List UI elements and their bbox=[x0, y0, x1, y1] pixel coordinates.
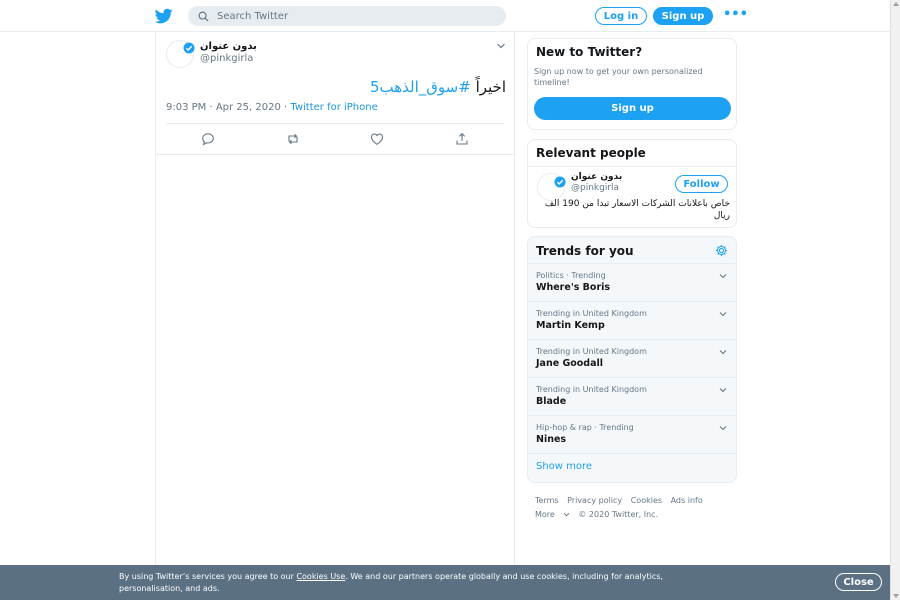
twitter-bird-icon[interactable] bbox=[155, 7, 173, 25]
trends-card: Trends for you Politics · Trending Where… bbox=[527, 236, 737, 483]
retweet-icon[interactable] bbox=[286, 132, 300, 146]
scroll-up-icon[interactable] bbox=[893, 2, 899, 6]
footer-link-ads-info[interactable]: Ads info bbox=[671, 496, 703, 505]
author-handle[interactable]: @pinkgirla bbox=[200, 53, 253, 64]
scrollbar[interactable] bbox=[890, 0, 900, 600]
signup-button[interactable]: Sign up bbox=[653, 7, 713, 25]
follow-button[interactable]: Follow bbox=[675, 175, 728, 193]
trend-name[interactable]: Jane Goodall bbox=[536, 358, 603, 369]
trend-context: Trending in United Kingdom bbox=[536, 309, 647, 318]
new-to-twitter-card: New to Twitter? Sign up now to get your … bbox=[527, 38, 737, 130]
divider bbox=[166, 123, 504, 124]
verified-badge-icon bbox=[554, 176, 566, 188]
person-bio: خاص باعلانات الشركات الاسعار تبدا من 190… bbox=[544, 199, 730, 221]
chevron-down-icon[interactable] bbox=[719, 387, 727, 393]
tweet-time[interactable]: 9:03 PM · Apr 25, 2020 · bbox=[166, 102, 290, 113]
person-handle[interactable]: @pinkgirla bbox=[571, 183, 619, 193]
footer-links: Terms Privacy policy Cookies Ads info Mo… bbox=[535, 494, 735, 522]
chevron-down-icon[interactable] bbox=[719, 425, 727, 431]
trend-item[interactable]: Politics · Trending Where's Boris bbox=[528, 264, 736, 302]
search-icon bbox=[198, 11, 209, 22]
divider bbox=[528, 166, 736, 167]
tweet[interactable]: بدون عنوان @pinkgirla اخيراً #سوق_الذهب5… bbox=[156, 32, 514, 155]
footer-more-link[interactable]: More bbox=[535, 510, 570, 519]
footer-more-label: More bbox=[535, 510, 555, 519]
person-name[interactable]: بدون عنوان bbox=[571, 172, 622, 182]
footer-link-privacy[interactable]: Privacy policy bbox=[567, 496, 622, 505]
relevant-people-card: Relevant people بدون عنوان @pinkgirla Fo… bbox=[527, 139, 737, 228]
tweet-column: بدون عنوان @pinkgirla اخيراً #سوق_الذهب5… bbox=[155, 32, 515, 600]
card-title: New to Twitter? bbox=[536, 45, 643, 59]
trend-context: Trending in United Kingdom bbox=[536, 385, 647, 394]
footer-link-terms[interactable]: Terms bbox=[535, 496, 559, 505]
trend-context: Hip-hop & rap · Trending bbox=[536, 423, 634, 432]
scroll-down-icon[interactable] bbox=[893, 594, 899, 598]
top-nav-bar: Log in Sign up ••• bbox=[0, 0, 890, 32]
signup-description: Sign up now to get your own personalized… bbox=[534, 67, 703, 87]
cookie-text-before: By using Twitter’s services you agree to… bbox=[119, 572, 297, 581]
trend-name[interactable]: Where's Boris bbox=[536, 282, 610, 293]
copyright: © 2020 Twitter, Inc. bbox=[578, 510, 659, 519]
tweet-source-link[interactable]: Twitter for iPhone bbox=[290, 102, 377, 113]
cookie-text: By using Twitter’s services you agree to… bbox=[119, 571, 729, 595]
chevron-down-icon[interactable] bbox=[496, 42, 506, 50]
trend-context: Politics · Trending bbox=[536, 271, 606, 280]
search-input[interactable] bbox=[217, 10, 497, 22]
close-button[interactable]: Close bbox=[835, 573, 882, 591]
chevron-down-icon[interactable] bbox=[719, 273, 727, 279]
trend-item[interactable]: Trending in United Kingdom Blade bbox=[528, 378, 736, 416]
like-icon[interactable] bbox=[370, 132, 384, 146]
tweet-text-prefix: اخيراً bbox=[475, 78, 506, 96]
trend-name[interactable]: Blade bbox=[536, 396, 566, 407]
share-icon[interactable] bbox=[455, 132, 469, 146]
trend-item[interactable]: Trending in United Kingdom Jane Goodall bbox=[528, 340, 736, 378]
trend-context: Trending in United Kingdom bbox=[536, 347, 647, 356]
search-bar[interactable] bbox=[188, 6, 506, 26]
trend-item[interactable]: Hip-hop & rap · Trending Nines bbox=[528, 416, 736, 454]
verified-badge-icon bbox=[183, 42, 195, 54]
more-options-icon[interactable]: ••• bbox=[723, 8, 748, 21]
signup-button[interactable]: Sign up bbox=[534, 97, 731, 120]
tweet-text: اخيراً #سوق_الذهب5 bbox=[166, 78, 506, 96]
cookies-use-link[interactable]: Cookies Use bbox=[296, 572, 345, 581]
tweet-timestamp: 9:03 PM · Apr 25, 2020 · Twitter for iPh… bbox=[166, 102, 378, 113]
chevron-down-icon[interactable] bbox=[719, 311, 727, 317]
footer-link-cookies[interactable]: Cookies bbox=[631, 496, 662, 505]
trends-header: Trends for you bbox=[528, 237, 736, 264]
author-name[interactable]: بدون عنوان bbox=[200, 41, 257, 52]
hashtag-link[interactable]: #سوق_الذهب5 bbox=[370, 78, 471, 96]
trend-item[interactable]: Trending in United Kingdom Martin Kemp bbox=[528, 302, 736, 340]
card-title: Trends for you bbox=[536, 244, 634, 258]
card-title: Relevant people bbox=[536, 146, 646, 160]
chevron-down-icon bbox=[563, 512, 570, 517]
cookie-banner: By using Twitter’s services you agree to… bbox=[0, 565, 890, 600]
trend-name[interactable]: Martin Kemp bbox=[536, 320, 605, 331]
gear-icon[interactable] bbox=[715, 244, 728, 257]
chevron-down-icon[interactable] bbox=[719, 349, 727, 355]
reply-icon[interactable] bbox=[201, 132, 215, 146]
trend-name[interactable]: Nines bbox=[536, 434, 566, 445]
show-more-link[interactable]: Show more bbox=[536, 461, 592, 472]
login-button[interactable]: Log in bbox=[595, 7, 647, 25]
